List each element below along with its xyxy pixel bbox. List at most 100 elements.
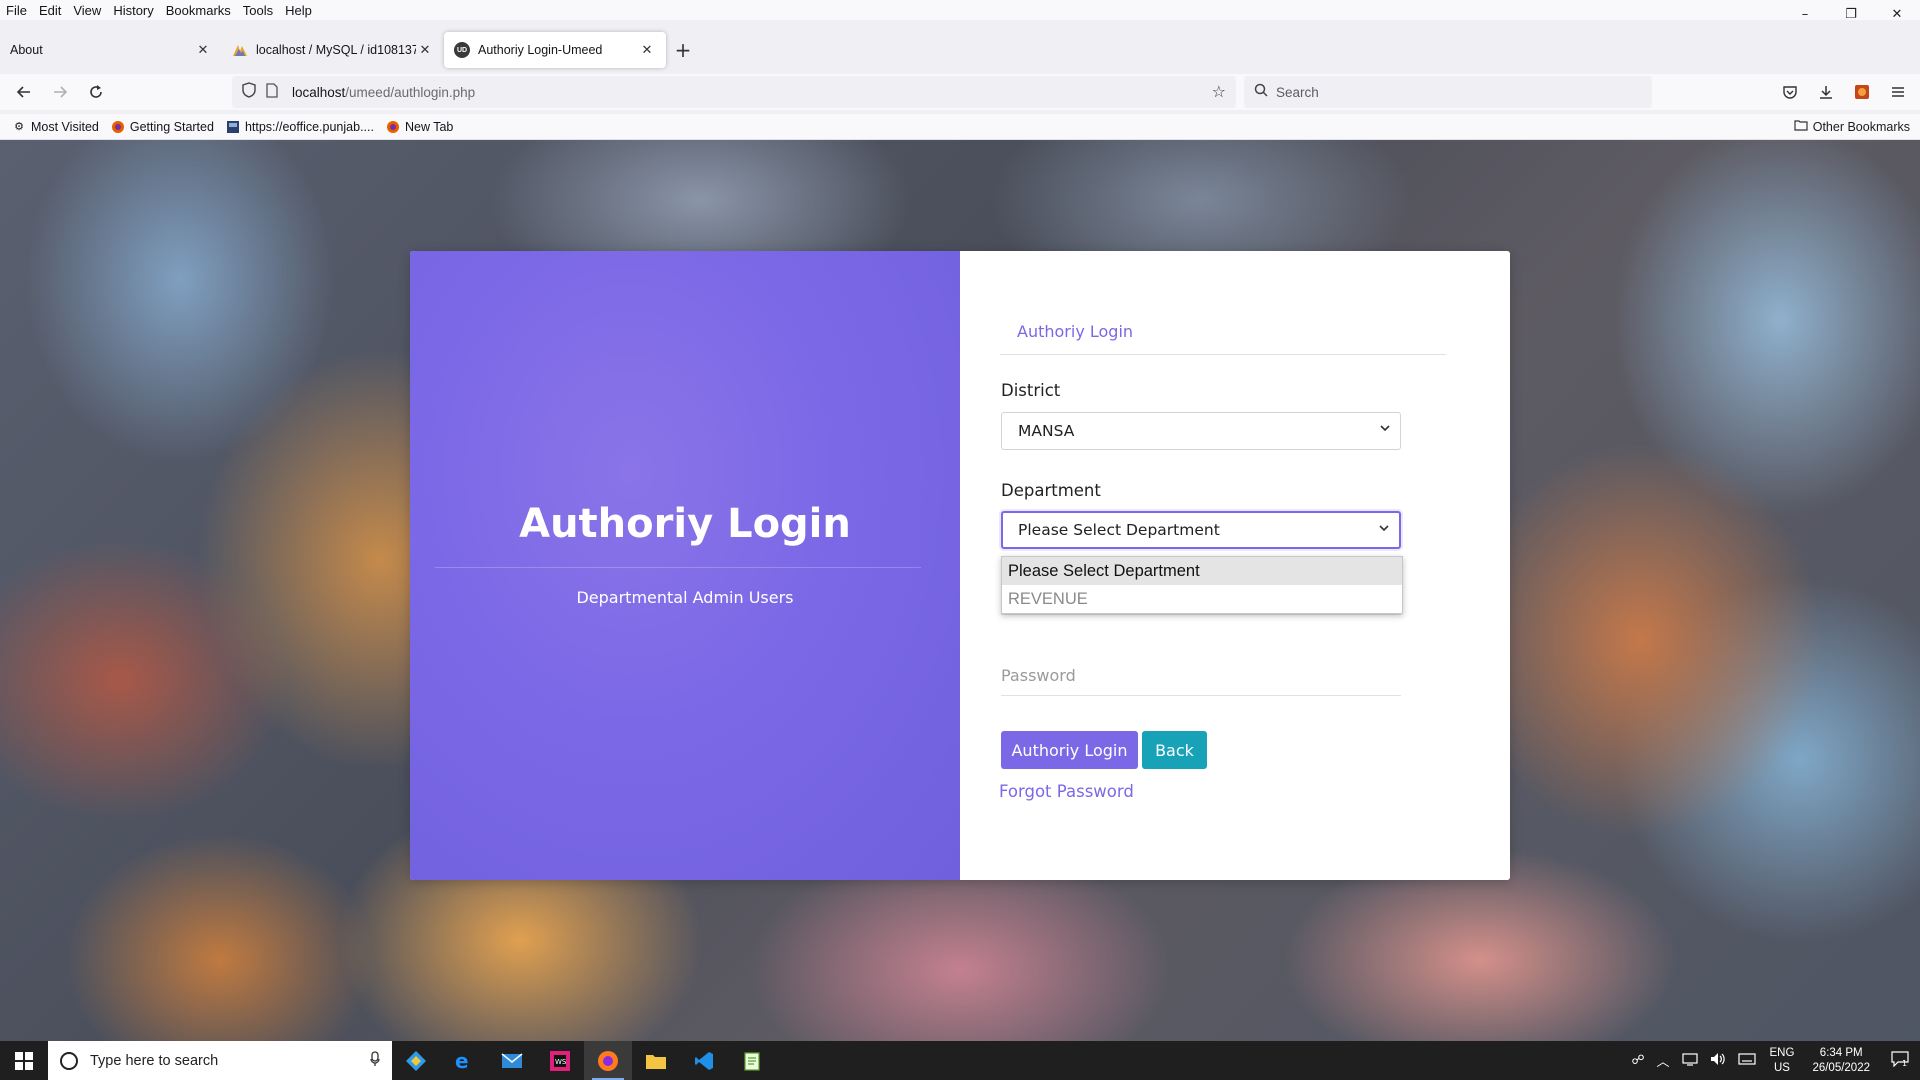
svg-text:e: e — [455, 1050, 469, 1072]
bookmark-label: https://eoffice.punjab.... — [244, 119, 374, 134]
other-bookmarks[interactable]: Other Bookmarks — [1794, 119, 1910, 134]
department-select-value: Please Select Department — [1018, 521, 1220, 539]
firefox-icon — [111, 120, 125, 134]
clock[interactable]: 6:34 PM 26/05/2022 — [1812, 1046, 1870, 1076]
windows-start-icon[interactable] — [0, 1041, 48, 1080]
password-placeholder: Password — [1001, 666, 1076, 685]
close-tab-icon[interactable]: ✕ — [194, 42, 212, 58]
password-input[interactable]: Password — [1001, 656, 1401, 696]
lang-line1: ENG — [1769, 1046, 1795, 1059]
firefox-taskbar-icon[interactable] — [584, 1041, 632, 1080]
url-path: /umeed/authlogin.php — [345, 84, 476, 100]
bookmark-label: Other Bookmarks — [1812, 119, 1910, 134]
extension-icon[interactable] — [1844, 76, 1880, 108]
back-arrow-icon[interactable] — [6, 76, 42, 108]
taskbar-search[interactable]: Type here to search — [48, 1041, 392, 1080]
menu-tools[interactable]: Tools — [237, 3, 279, 18]
tab-authoriy-login[interactable]: UD Authoriy Login-Umeed ✕ — [444, 32, 666, 68]
menu-file[interactable]: File — [0, 3, 33, 18]
new-tab-button[interactable]: + — [666, 38, 700, 62]
url-text: localhost/umeed/authlogin.php — [292, 85, 475, 100]
address-bar[interactable]: localhost/umeed/authlogin.php ☆ — [232, 76, 1236, 108]
window-controls: – ❐ ✕ — [1782, 0, 1920, 28]
tab-title: Authoriy Login-Umeed — [478, 43, 603, 57]
menu-history[interactable]: History — [107, 3, 159, 18]
language-indicator[interactable]: ENG US — [1770, 1046, 1795, 1076]
shield-icon[interactable] — [242, 82, 258, 102]
notepad-plus-icon[interactable] — [728, 1041, 776, 1080]
minimize-button[interactable]: – — [1782, 0, 1828, 28]
network-icon[interactable] — [1681, 1052, 1698, 1070]
maps-app-icon[interactable] — [392, 1041, 440, 1080]
keyboard-icon[interactable] — [1737, 1052, 1756, 1069]
lang-line2: US — [1773, 1061, 1790, 1074]
reload-icon[interactable] — [78, 76, 114, 108]
eoffice-icon — [226, 120, 240, 134]
taskbar-search-placeholder: Type here to search — [90, 1052, 219, 1069]
forgot-password-link[interactable]: Forgot Password — [999, 782, 1134, 801]
forward-arrow-icon[interactable] — [42, 76, 78, 108]
tab-divider — [1000, 354, 1446, 355]
district-label: District — [1001, 381, 1061, 400]
bookmark-eoffice[interactable]: https://eoffice.punjab.... — [220, 120, 380, 134]
dropdown-option[interactable]: REVENUE — [1002, 585, 1402, 613]
bookmark-star-icon[interactable]: ☆ — [1212, 82, 1226, 101]
clock-date: 26/05/2022 — [1812, 1061, 1870, 1074]
cortana-icon — [60, 1051, 78, 1070]
close-window-button[interactable]: ✕ — [1874, 0, 1920, 28]
form-panel: Authoriy Login District MANSA Department… — [960, 251, 1510, 880]
page-icon[interactable] — [266, 82, 282, 102]
search-placeholder: Search — [1276, 84, 1319, 100]
district-select[interactable]: MANSA — [1001, 412, 1401, 450]
bookmark-label: Getting Started — [129, 119, 214, 134]
webstorm-icon[interactable]: WS — [536, 1041, 584, 1080]
hero-title: Authoriy Login — [519, 501, 851, 547]
bookmark-most-visited[interactable]: ⚙ Most Visited — [6, 120, 105, 134]
menu-help[interactable]: Help — [279, 3, 318, 18]
menu-bookmarks[interactable]: Bookmarks — [160, 3, 237, 18]
authoriy-login-button[interactable]: Authoriy Login — [1001, 731, 1138, 769]
close-tab-icon[interactable]: ✕ — [416, 42, 434, 58]
bookmark-label: New Tab — [404, 119, 454, 134]
edge-icon[interactable]: e — [440, 1041, 488, 1080]
site-favicon-icon: UD — [454, 42, 470, 58]
bookmark-getting-started[interactable]: Getting Started — [105, 120, 220, 134]
bookmark-new-tab[interactable]: New Tab — [380, 120, 459, 134]
close-tab-icon[interactable]: ✕ — [638, 42, 656, 58]
folder-icon — [1794, 119, 1808, 134]
login-card: Authoriy Login Departmental Admin Users … — [410, 251, 1510, 880]
firefox-icon — [386, 120, 400, 134]
back-button[interactable]: Back — [1142, 731, 1207, 769]
volume-icon[interactable] — [1710, 1052, 1726, 1070]
toolbar-right — [1772, 76, 1916, 108]
tab-authoriy-login[interactable]: Authoriy Login — [1017, 322, 1133, 341]
search-bar[interactable]: Search — [1244, 76, 1652, 108]
bookmarks-bar: ⚙ Most Visited Getting Started https://e… — [0, 114, 1920, 140]
department-dropdown: Please Select Department REVENUE — [1001, 556, 1403, 614]
downloads-icon[interactable] — [1808, 76, 1844, 108]
tab-title: About — [10, 43, 43, 57]
notification-count: 1 — [1902, 1059, 1907, 1067]
mail-icon[interactable] — [488, 1041, 536, 1080]
tab-about[interactable]: About ✕ — [0, 32, 222, 68]
restore-button[interactable]: ❐ — [1828, 0, 1874, 28]
tab-title: localhost / MySQL / id10813701 — [256, 43, 416, 57]
file-explorer-icon[interactable] — [632, 1041, 680, 1080]
tab-phpmyadmin[interactable]: localhost / MySQL / id10813701 ✕ — [222, 32, 444, 68]
chevron-up-icon[interactable]: ︿ — [1657, 1051, 1670, 1070]
menu-view[interactable]: View — [67, 3, 107, 18]
microphone-icon[interactable] — [370, 1051, 380, 1071]
bookmark-label: Most Visited — [31, 119, 99, 134]
navigation-bar: localhost/umeed/authlogin.php ☆ Search — [0, 74, 1920, 110]
svg-text:WS: WS — [555, 1058, 567, 1066]
hamburger-menu-icon[interactable] — [1880, 76, 1916, 108]
notification-icon[interactable]: 1 — [1880, 1050, 1920, 1071]
people-icon[interactable]: ☍ — [1631, 1053, 1644, 1068]
department-select[interactable]: Please Select Department — [1001, 511, 1401, 549]
dropdown-option[interactable]: Please Select Department — [1002, 557, 1402, 585]
vscode-icon[interactable] — [680, 1041, 728, 1080]
pocket-icon[interactable] — [1772, 76, 1808, 108]
clock-time: 6:34 PM — [1819, 1046, 1863, 1059]
menu-edit[interactable]: Edit — [33, 3, 67, 18]
district-select-value: MANSA — [1018, 422, 1075, 440]
